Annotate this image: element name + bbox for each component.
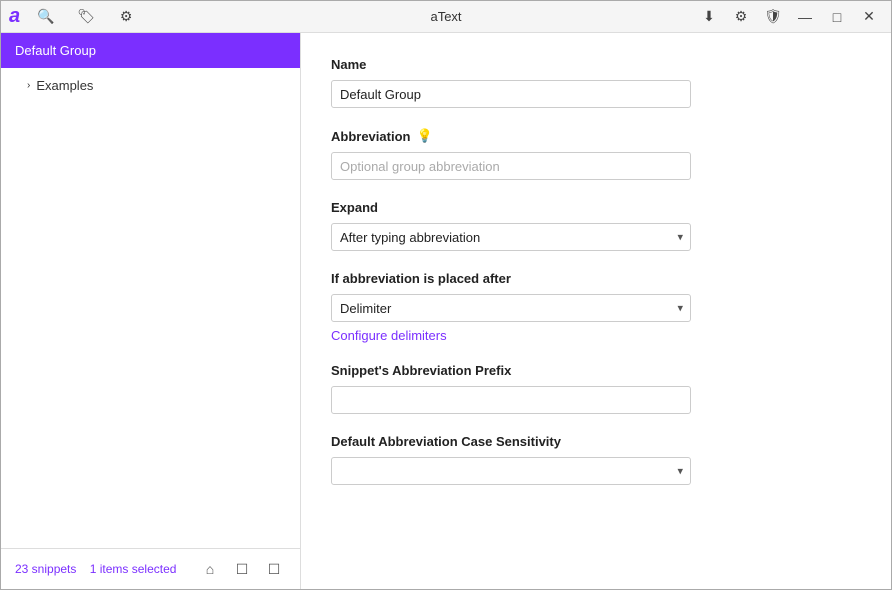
main-layout: Default Group › Examples 23 snippets 1 i…	[1, 33, 891, 589]
if-abbr-section: If abbreviation is placed after Delimite…	[331, 271, 861, 343]
sidebar-item-examples[interactable]: › Examples	[1, 68, 300, 103]
case-sensitivity-section: Default Abbreviation Case Sensitivity ▾	[331, 434, 861, 485]
minimize-button[interactable]: —	[791, 3, 819, 31]
configure-delimiters-link[interactable]: Configure delimiters	[331, 328, 447, 343]
prefix-section: Snippet's Abbreviation Prefix	[331, 363, 861, 414]
search-icon[interactable]: 🔍	[32, 3, 60, 31]
footer-icons: ⌂ ☐ ☐	[198, 557, 286, 581]
if-abbr-select[interactable]: Delimiter Any character Beginning of wor…	[331, 294, 691, 322]
new-file-icon[interactable]: ☐	[230, 557, 254, 581]
if-abbr-label: If abbreviation is placed after	[331, 271, 861, 286]
maximize-button[interactable]: □	[823, 3, 851, 31]
settings-icon[interactable]: ⚙	[727, 3, 755, 31]
app-title: aText	[430, 9, 461, 24]
group-icon[interactable]: ⚙	[112, 3, 140, 31]
snippet-count: 23 snippets	[15, 562, 76, 576]
expand-section: Expand After typing abbreviation Immedia…	[331, 200, 861, 251]
tag-icon[interactable]: 🏷	[72, 3, 100, 31]
prefix-input[interactable]	[331, 386, 691, 414]
case-sensitivity-select[interactable]	[331, 457, 691, 485]
expand-select-wrapper: After typing abbreviation Immediately Ne…	[331, 223, 691, 251]
chevron-right-icon: ›	[27, 80, 30, 91]
abbreviation-input[interactable]	[331, 152, 691, 180]
close-button[interactable]: ✕	[855, 3, 883, 31]
case-sensitivity-select-wrapper: ▾	[331, 457, 691, 485]
abbreviation-section: Abbreviation 💡	[331, 128, 861, 180]
sidebar-footer: 23 snippets 1 items selected ⌂ ☐ ☐	[1, 548, 300, 589]
title-bar-left: a 🔍 🏷 ⚙	[9, 3, 140, 31]
if-abbr-select-wrapper: Delimiter Any character Beginning of wor…	[331, 294, 691, 322]
content-area: Name Abbreviation 💡 Expand After typing …	[301, 33, 891, 589]
folder-icon[interactable]: ☐	[262, 557, 286, 581]
sidebar-item-label: Examples	[36, 78, 93, 93]
expand-label: Expand	[331, 200, 861, 215]
abbreviation-label: Abbreviation 💡	[331, 128, 861, 144]
sidebar-item-default-group[interactable]: Default Group	[1, 33, 300, 68]
home-icon[interactable]: ⌂	[198, 557, 222, 581]
hint-icon: 💡	[416, 128, 432, 144]
title-bar-right: ⬇ ⚙ 🛡 — □ ✕	[695, 3, 883, 31]
shield-icon[interactable]: 🛡	[759, 3, 787, 31]
title-bar: a 🔍 🏷 ⚙ aText ⬇ ⚙ 🛡 — □ ✕	[1, 1, 891, 33]
footer-info: 23 snippets 1 items selected	[15, 562, 176, 576]
name-input[interactable]	[331, 80, 691, 108]
name-section: Name	[331, 57, 861, 108]
sidebar: Default Group › Examples 23 snippets 1 i…	[1, 33, 301, 589]
sidebar-item-label: Default Group	[15, 43, 96, 58]
expand-select[interactable]: After typing abbreviation Immediately Ne…	[331, 223, 691, 251]
selected-count: 1 items selected	[90, 562, 177, 576]
name-label: Name	[331, 57, 861, 72]
download-icon[interactable]: ⬇	[695, 3, 723, 31]
case-sensitivity-label: Default Abbreviation Case Sensitivity	[331, 434, 861, 449]
prefix-label: Snippet's Abbreviation Prefix	[331, 363, 861, 378]
app-logo: a	[9, 5, 20, 28]
